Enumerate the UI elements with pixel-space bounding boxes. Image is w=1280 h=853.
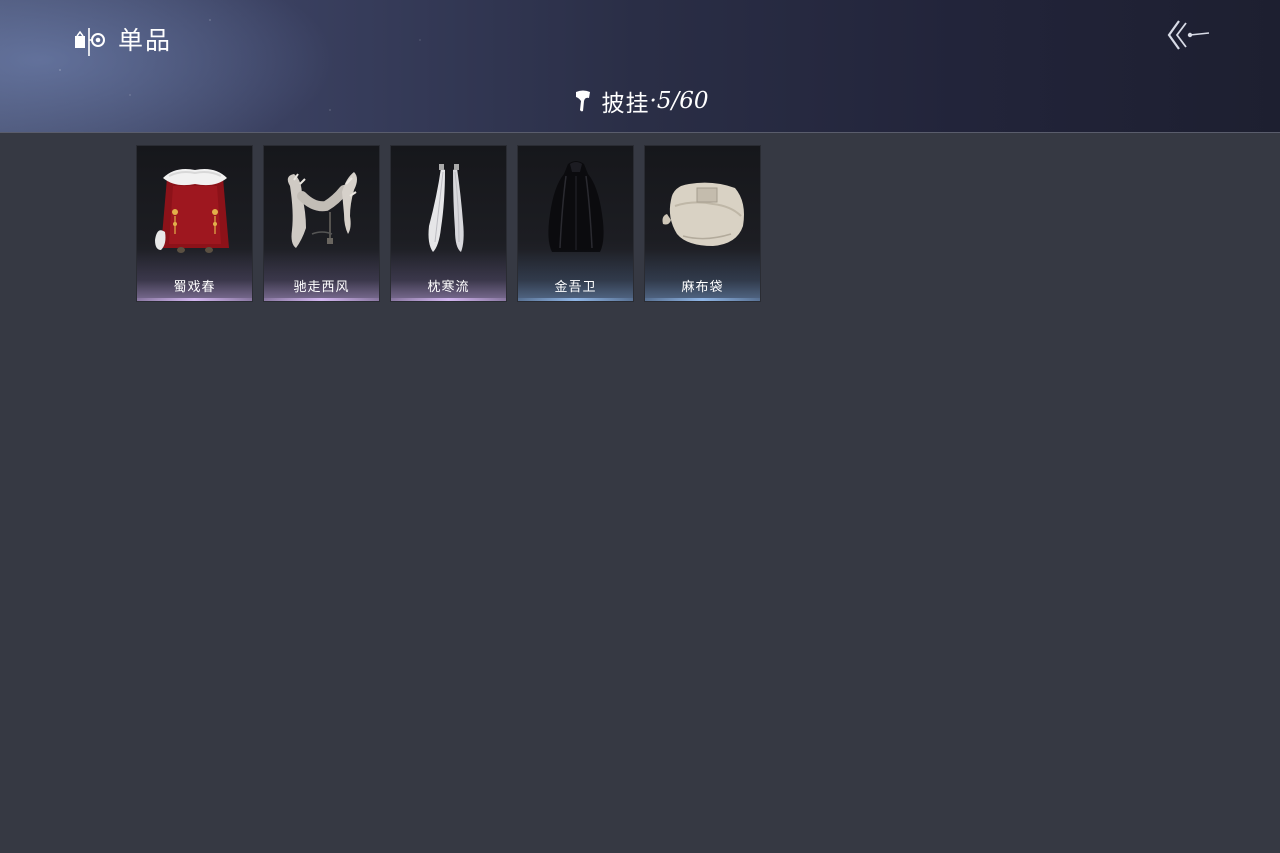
item-card[interactable]: 蜀戏春 <box>136 145 253 302</box>
category-label: 披挂 <box>601 91 650 117</box>
sack-icon <box>662 182 744 246</box>
category-heading: 披挂 ·5/60 <box>0 84 1280 118</box>
white-ribbons-icon <box>428 164 464 252</box>
item-name: 麻布袋 <box>681 280 724 295</box>
split-eye-logo-icon <box>75 28 105 56</box>
item-name: 金吾卫 <box>554 280 597 295</box>
category-count: ·5/60 <box>649 88 709 114</box>
red-fur-cape-icon <box>155 169 229 253</box>
item-card[interactable]: 枕寒流 <box>390 145 507 302</box>
item-name: 蜀戏春 <box>173 280 216 295</box>
black-cloak-icon <box>548 161 604 252</box>
cape-icon <box>575 90 590 112</box>
double-chevron-back-icon <box>1167 20 1210 50</box>
top-header: 单品 披挂 ·5/60 <box>0 0 1280 133</box>
item-card[interactable]: 金吾卫 <box>517 145 634 302</box>
item-name: 驰走西风 <box>293 280 350 295</box>
item-name: 枕寒流 <box>427 280 470 295</box>
back-button[interactable] <box>1162 16 1212 54</box>
fur-stole-icon <box>287 172 357 248</box>
item-card[interactable]: 驰走西风 <box>263 145 380 302</box>
item-card[interactable]: 麻布袋 <box>644 145 761 302</box>
page-title: 单品 <box>118 26 173 55</box>
